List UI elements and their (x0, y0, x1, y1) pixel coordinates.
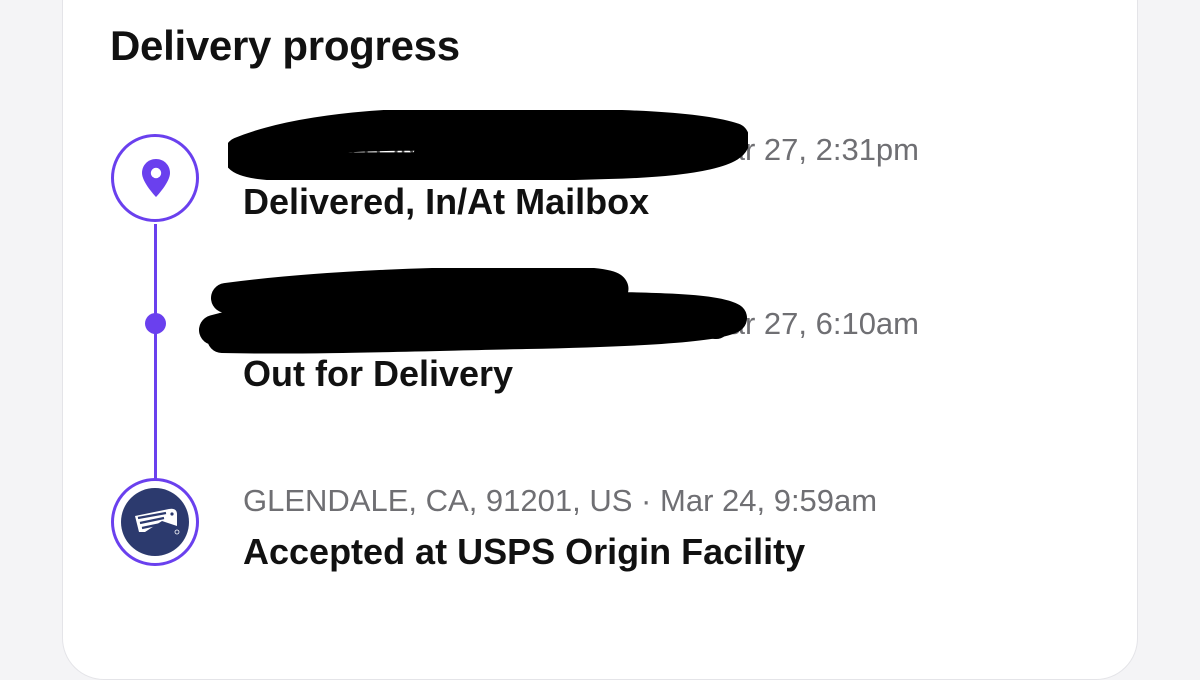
redaction-scribble (199, 268, 747, 354)
event-3-meta: GLENDALE, CA, 91201, US · Mar 24, 9:59am (243, 482, 877, 520)
event-3-location: GLENDALE, CA, 91201, US (243, 483, 633, 518)
map-pin-icon (142, 159, 170, 197)
usps-node (111, 478, 199, 566)
event-3-separator: · (641, 483, 652, 518)
event-3-datetime: Mar 24, 9:59am (660, 483, 878, 518)
event-1-status: Delivered, In/At Mailbox (243, 181, 650, 222)
usps-eagle-icon (121, 488, 189, 556)
delivered-node (111, 134, 199, 222)
timeline-line (154, 224, 157, 486)
redaction-scribble (228, 110, 748, 180)
timeline-dot (145, 313, 166, 334)
section-title: Delivery progress (110, 22, 460, 69)
event-2-status: Out for Delivery (243, 353, 514, 394)
event-3-status: Accepted at USPS Origin Facility (243, 531, 806, 572)
